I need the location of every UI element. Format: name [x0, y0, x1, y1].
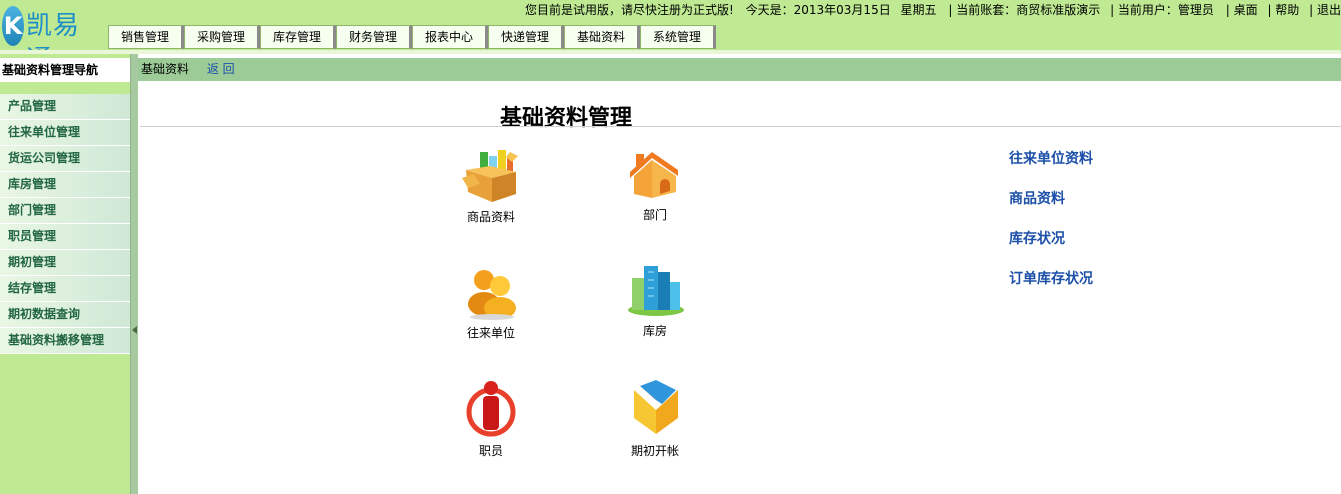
- current-account: | 当前账套：商贸标准版演示: [948, 3, 1101, 17]
- people-icon: [468, 270, 516, 320]
- tile-staff-label: 职员: [478, 444, 503, 458]
- buildings-icon: [628, 266, 684, 316]
- house-icon: [630, 152, 678, 198]
- folder-icon: [634, 380, 678, 434]
- sidebar-item-opening[interactable]: 期初管理: [0, 250, 130, 276]
- title-divider: [140, 126, 1341, 127]
- quick-links: 往来单位资料 商品资料 库存状况 订单库存状况: [1009, 148, 1093, 308]
- tab-reports[interactable]: 报表中心: [412, 25, 488, 49]
- exit-link[interactable]: | 退出: [1309, 3, 1341, 17]
- person-icon: [466, 381, 516, 437]
- breadcrumb-current: 基础资料: [141, 62, 190, 76]
- top-header: K 凯易通 您目前是试用版，请尽快注册为正式版! 今天是：2013年03月15日…: [0, 0, 1341, 75]
- today-date: 今天是：2013年03月15日: [745, 3, 891, 17]
- collapse-arrow-icon[interactable]: [132, 326, 137, 334]
- sidebar-item-products[interactable]: 产品管理: [0, 94, 130, 120]
- goods-box-icon: [462, 150, 518, 202]
- tab-sales[interactable]: 销售管理: [108, 25, 184, 49]
- link-stock-status[interactable]: 库存状况: [1009, 228, 1093, 268]
- sidebar: 基础资料管理导航 产品管理 往来单位管理 货运公司管理 库房管理 部门管理 职员…: [0, 54, 130, 494]
- sidebar-item-warehouse[interactable]: 库房管理: [0, 172, 130, 198]
- main-menu-tabs: 销售管理 采购管理 库存管理 财务管理 报表中心 快递管理 基础资料 系统管理: [108, 25, 716, 49]
- tile-warehouse-label: 库房: [642, 324, 667, 338]
- desktop-link[interactable]: | 桌面: [1226, 3, 1258, 17]
- sidebar-item-data-migration[interactable]: 基础资料搬移管理: [0, 328, 130, 354]
- tile-goods-label: 商品资料: [466, 210, 515, 224]
- sidebar-item-partners[interactable]: 往来单位管理: [0, 120, 130, 146]
- trial-notice: 您目前是试用版，请尽快注册为正式版!: [524, 3, 734, 17]
- link-order-stock-status[interactable]: 订单库存状况: [1009, 268, 1093, 308]
- tile-partners-label: 往来单位: [466, 326, 515, 340]
- tab-basic-data[interactable]: 基础资料: [564, 25, 640, 49]
- sidebar-item-freight[interactable]: 货运公司管理: [0, 146, 130, 172]
- tab-inventory[interactable]: 库存管理: [260, 25, 336, 49]
- sidebar-splitter[interactable]: [130, 54, 138, 494]
- sidebar-nav-list: 产品管理 往来单位管理 货运公司管理 库房管理 部门管理 职员管理 期初管理 结…: [0, 94, 130, 354]
- link-goods-data[interactable]: 商品资料: [1009, 188, 1093, 228]
- tab-purchase[interactable]: 采购管理: [184, 25, 260, 49]
- sidebar-item-opening-query[interactable]: 期初数据查询: [0, 302, 130, 328]
- tile-department-label: 部门: [642, 208, 667, 222]
- tab-system[interactable]: 系统管理: [640, 25, 716, 49]
- sidebar-title: 基础资料管理导航: [0, 58, 130, 82]
- logo-k-icon: K: [2, 6, 24, 46]
- sidebar-item-departments[interactable]: 部门管理: [0, 198, 130, 224]
- current-user: | 当前用户：管理员: [1110, 3, 1214, 17]
- tile-opening-accounts[interactable]: 期初开帐: [600, 380, 710, 459]
- tile-partners[interactable]: 往来单位: [436, 266, 546, 341]
- weekday: 星期五: [900, 3, 937, 17]
- sidebar-item-closing[interactable]: 结存管理: [0, 276, 130, 302]
- tab-express[interactable]: 快递管理: [488, 25, 564, 49]
- header-divider: [0, 50, 1341, 54]
- tile-opening-accounts-label: 期初开帐: [630, 444, 679, 458]
- tile-department[interactable]: 部门: [600, 148, 710, 223]
- breadcrumb: 基础资料 返 回: [138, 58, 1341, 81]
- link-partner-data[interactable]: 往来单位资料: [1009, 148, 1093, 188]
- tab-finance[interactable]: 财务管理: [336, 25, 412, 49]
- help-link[interactable]: | 帮助: [1267, 3, 1299, 17]
- app-logo: K 凯易通: [2, 6, 104, 75]
- top-status-bar: 您目前是试用版，请尽快注册为正式版! 今天是：2013年03月15日 星期五 |…: [519, 2, 1341, 18]
- tile-warehouse[interactable]: 库房: [600, 264, 710, 339]
- page-title: 基础资料管理: [500, 105, 633, 131]
- tile-goods[interactable]: 商品资料: [436, 148, 546, 225]
- tile-staff[interactable]: 职员: [436, 380, 546, 459]
- back-link[interactable]: 返 回: [207, 62, 235, 76]
- sidebar-item-staff[interactable]: 职员管理: [0, 224, 130, 250]
